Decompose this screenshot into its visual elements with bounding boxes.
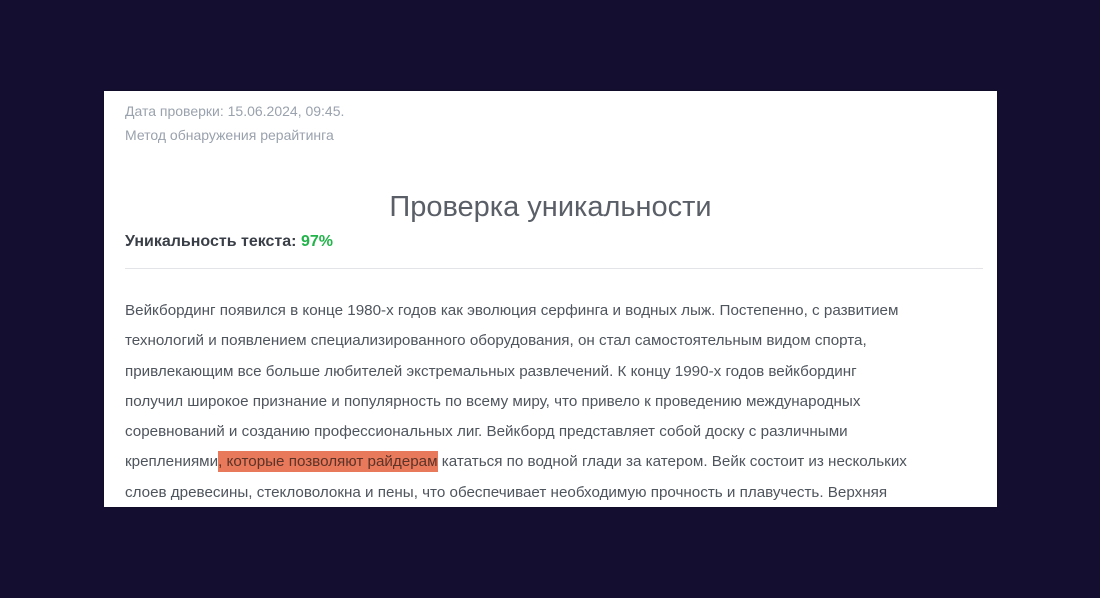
uniqueness-label: Уникальность текста: bbox=[125, 233, 297, 250]
text-line: Вейкбординг появился в конце 1980-х годо… bbox=[125, 296, 985, 326]
text-fragment: Вейкбординг появился в конце 1980-х годо… bbox=[125, 302, 899, 319]
check-date: Дата проверки: 15.06.2024, 09:45. bbox=[125, 103, 345, 119]
text-fragment: креплениями bbox=[125, 453, 219, 471]
uniqueness-value: 97% bbox=[300, 233, 333, 250]
text-line: слоев древесины, стекловолокна и пены, ч… bbox=[125, 478, 985, 507]
non-unique-fragment-highlight: , которые позволяют райдерам bbox=[218, 451, 438, 473]
divider bbox=[125, 268, 983, 269]
checked-text: Вейкбординг появился в конце 1980-х годо… bbox=[125, 296, 985, 507]
text-fragment: соревнований и созданию профессиональных… bbox=[125, 423, 848, 441]
text-fragment: получил широкое признание и популярность… bbox=[125, 392, 861, 410]
text-fragment: слоев древесины, стекловолокна и пены, ч… bbox=[125, 483, 888, 501]
text-line: привлекающим все больше любителей экстре… bbox=[125, 357, 985, 387]
text-line: получил широкое признание и популярность… bbox=[125, 387, 985, 417]
uniqueness-summary: Уникальность текста: 97% bbox=[125, 231, 333, 253]
text-line: креплениями, которые позволяют райдерам … bbox=[125, 447, 985, 477]
page-title: Проверка уникальности bbox=[389, 191, 712, 224]
detection-method: Метод обнаружения рерайтинга bbox=[125, 127, 334, 143]
report-card: Дата проверки: 15.06.2024, 09:45. Метод … bbox=[104, 91, 997, 507]
text-fragment: кататься по водной глади за катером. Вей… bbox=[437, 453, 907, 471]
text-line: соревнований и созданию профессиональных… bbox=[125, 417, 985, 447]
text-fragment: технологий и появлением специализированн… bbox=[125, 332, 867, 350]
text-fragment: привлекающим все больше любителей экстре… bbox=[125, 362, 857, 380]
text-line: технологий и появлением специализированн… bbox=[125, 326, 985, 356]
